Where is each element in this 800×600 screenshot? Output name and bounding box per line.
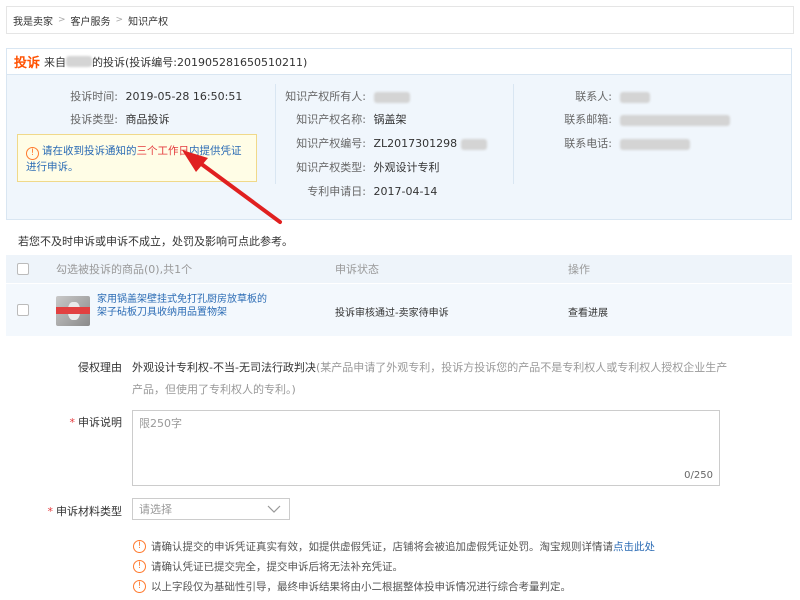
select-all-checkbox[interactable] <box>17 263 29 275</box>
ip-number-label: 知识产权编号: <box>296 137 366 150</box>
breadcrumb-separator: > <box>115 15 124 25</box>
redacted-ip-number <box>460 138 487 150</box>
redacted-contact <box>619 91 650 103</box>
deadline-notice: ! 请在收到投诉通知的三个工作日内提供凭证进行申诉。 <box>17 134 257 182</box>
notice-highlight: 三个工作日 <box>136 145 190 157</box>
column-divider <box>275 84 276 184</box>
tip-item: ! 请确认提交的申诉凭证真实有效，如提供虚假凭证，店铺将会被追加虚假凭证处罚。淘… <box>133 539 655 554</box>
material-type-placeholder: 请选择 <box>139 503 172 516</box>
character-counter: 0/250 <box>684 470 713 481</box>
complaint-type-row: 投诉类型: 商品投诉 <box>20 111 170 127</box>
tip-item: ! 以上字段仅为基础性引导，最终申诉结果将由小二根据整体投申诉情况进行综合考量判… <box>133 579 571 594</box>
reason-label: 侵权理由 <box>78 361 122 374</box>
reason-value: 外观设计专利权-不当-无司法行政判决 <box>132 361 316 374</box>
penalty-hint-link[interactable]: 若您不及时申诉或申诉不成立，处罚及影响可点此参考。 <box>18 233 293 249</box>
redacted-owner <box>373 91 410 103</box>
description-textarea[interactable]: 限250字 0/250 <box>132 410 720 486</box>
apply-date-row: 专利申请日: 2017-04-14 <box>278 183 437 199</box>
material-label-wrap: * 申诉材料类型 <box>20 503 123 519</box>
complaint-type-value: 商品投诉 <box>125 113 170 126</box>
apply-date-value: 2017-04-14 <box>373 185 438 198</box>
appeal-status: 投诉审核通过-卖家待申诉 <box>335 308 449 319</box>
product-title-link[interactable]: 家用锅盖架壁挂式免打孔厨房放草板的架子砧板刀具收纳用品置物架 <box>97 293 267 319</box>
complaint-from-suffix: 的投诉 <box>92 55 126 69</box>
warning-icon: ! <box>133 540 146 553</box>
material-type-label: 申诉材料类型 <box>56 505 122 518</box>
view-progress-link[interactable]: 查看进展 <box>568 304 608 319</box>
contact-row: 联系人: <box>520 88 650 104</box>
complaint-from-prefix: 来自 <box>44 55 67 69</box>
product-thumbnail[interactable] <box>56 296 90 326</box>
phone-row: 联系电话: <box>520 135 690 151</box>
chevron-down-icon <box>267 505 281 513</box>
complaint-number: (投诉编号:201905281650510211) <box>125 55 308 69</box>
tip-text: 请确认提交的申诉凭证真实有效，如提供虚假凭证，店铺将会被追加虚假凭证处罚。淘宝规… <box>151 541 613 553</box>
table-row: 家用锅盖架壁挂式免打孔厨房放草板的架子砧板刀具收纳用品置物架 投诉审核通过-卖家… <box>6 284 792 336</box>
ip-type-row: 知识产权类型: 外观设计专利 <box>278 159 440 175</box>
tip-text: 以上字段仅为基础性引导，最终申诉结果将由小二根据整体投申诉情况进行综合考量判定。 <box>151 581 571 593</box>
column-header-select: 勾选被投诉的商品(0),共1个 <box>56 263 193 276</box>
warning-icon: ! <box>133 560 146 573</box>
complaint-tag: 投诉 <box>14 56 41 71</box>
required-mark: * <box>69 416 76 429</box>
ip-type-label: 知识产权类型: <box>296 161 366 174</box>
column-divider <box>513 84 514 184</box>
complaint-type-label: 投诉类型: <box>70 113 118 126</box>
row-checkbox[interactable] <box>17 304 29 316</box>
ip-type-value: 外观设计专利 <box>373 161 440 174</box>
ip-owner-label: 知识产权所有人: <box>285 90 366 103</box>
breadcrumb-item-seller[interactable]: 我是卖家 <box>13 13 53 28</box>
breadcrumb-item-customer-service[interactable]: 客户服务 <box>71 13 111 28</box>
breadcrumb-item-ip[interactable]: 知识产权 <box>128 13 168 28</box>
apply-date-label: 专利申请日: <box>307 185 366 198</box>
redacted-phone <box>619 138 690 150</box>
complaint-time-label: 投诉时间: <box>70 90 118 103</box>
ip-number-value: ZL2017301298 <box>373 137 458 150</box>
ip-owner-row: 知识产权所有人: <box>278 88 410 104</box>
tip-text: 请确认凭证已提交完全，提交申诉后将无法补充凭证。 <box>151 561 403 573</box>
ip-name-row: 知识产权名称: 锅盖架 <box>278 111 407 127</box>
warning-icon: ! <box>133 580 146 593</box>
reason-text: 外观设计专利权-不当-无司法行政判决(某产品申请了外观专利，投诉方投诉您的产品不… <box>132 357 732 401</box>
complaint-time-row: 投诉时间: 2019-05-28 16:50:51 <box>20 88 242 104</box>
notice-text-1: 请在收到投诉通知的 <box>42 145 137 157</box>
products-table-header: 勾选被投诉的商品(0),共1个 申诉状态 操作 <box>6 255 792 283</box>
email-label: 联系邮箱: <box>564 113 612 126</box>
material-type-select[interactable]: 请选择 <box>132 498 290 520</box>
tip-item: ! 请确认凭证已提交完全，提交申诉后将无法补充凭证。 <box>133 559 403 574</box>
redacted-complainant <box>66 56 93 67</box>
description-label: 申诉说明 <box>78 416 122 429</box>
ip-name-value: 锅盖架 <box>373 113 407 126</box>
complaint-time-value: 2019-05-28 16:50:51 <box>125 90 243 103</box>
breadcrumb-separator: > <box>58 15 66 25</box>
column-header-status: 申诉状态 <box>335 263 379 276</box>
required-mark: * <box>47 505 54 518</box>
redacted-email <box>619 114 730 126</box>
breadcrumb: 我是卖家 > 客户服务 > 知识产权 <box>6 6 794 34</box>
description-label-wrap: * 申诉说明 <box>40 414 123 430</box>
rules-link[interactable]: 点击此处 <box>613 539 655 554</box>
contact-label: 联系人: <box>575 90 612 103</box>
description-placeholder: 限250字 <box>139 417 182 430</box>
column-header-action: 操作 <box>568 263 590 276</box>
complaint-header: 投诉 来自 的投诉 (投诉编号:201905281650510211) <box>7 49 791 75</box>
phone-label: 联系电话: <box>564 137 612 150</box>
email-row: 联系邮箱: <box>520 111 730 127</box>
ip-name-label: 知识产权名称: <box>296 113 366 126</box>
warning-icon: ! <box>26 147 39 160</box>
ip-number-row: 知识产权编号: ZL2017301298 <box>278 135 487 151</box>
